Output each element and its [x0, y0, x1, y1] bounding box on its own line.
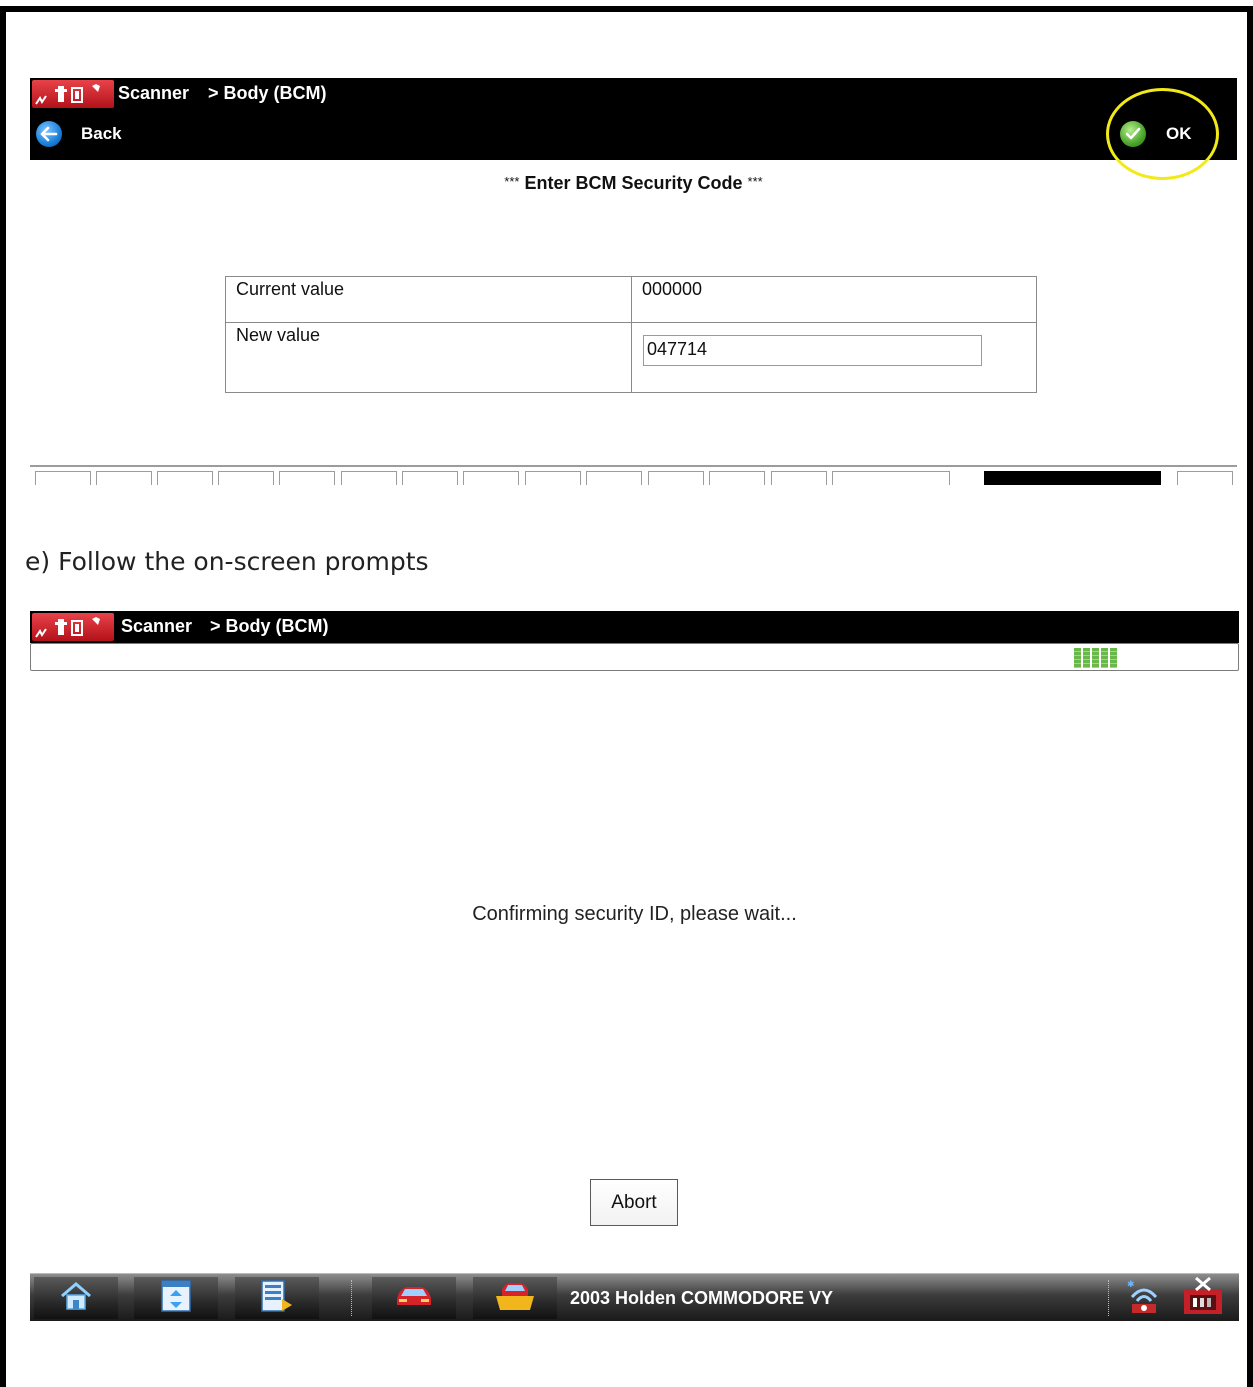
data-list-button[interactable]: [134, 1277, 218, 1319]
status-message: Confirming security ID, please wait...: [472, 903, 797, 925]
function-key[interactable]: [35, 471, 91, 485]
function-key[interactable]: [832, 471, 950, 485]
function-key[interactable]: [648, 471, 704, 485]
breadcrumb-section: > Body (BCM): [208, 83, 327, 103]
function-key[interactable]: [96, 471, 152, 485]
function-key[interactable]: [279, 471, 335, 485]
screenshot-confirming: Scanner > Body (BCM) Confirming security…: [30, 611, 1239, 1321]
function-key[interactable]: [341, 471, 397, 485]
back-button[interactable]: Back: [36, 120, 122, 148]
step-caption: e) Follow the on-screen prompts: [25, 547, 429, 576]
data-list-icon: [158, 1279, 194, 1317]
new-value-input[interactable]: 047714: [643, 335, 982, 366]
vehicle-yellow-icon: [494, 1280, 536, 1316]
prompt-title-text: Enter BCM Security Code: [524, 173, 743, 193]
scanner-logo-icon: [32, 613, 114, 641]
abort-button[interactable]: Abort: [590, 1179, 678, 1226]
exit-icon: [1182, 1276, 1224, 1320]
current-value-label: Current value: [225, 276, 632, 323]
tools-icon: [258, 1279, 296, 1317]
vehicle-button[interactable]: [372, 1277, 456, 1319]
title-bar: Scanner > Body (BCM) Back OK: [30, 78, 1237, 160]
breadcrumb-section: > Body (BCM): [210, 616, 329, 636]
vehicle-history-button[interactable]: [473, 1277, 557, 1319]
activity-bar: [30, 643, 1239, 671]
table-row: New value 047714: [225, 322, 1037, 393]
ok-label: OK: [1166, 124, 1192, 143]
taskbar-separator: [1108, 1280, 1109, 1316]
function-key[interactable]: [157, 471, 213, 485]
scanner-logo-icon: [32, 80, 114, 108]
new-value-label: New value: [225, 322, 632, 393]
function-key[interactable]: [402, 471, 458, 485]
tools-button[interactable]: [235, 1277, 319, 1319]
breadcrumb-app: Scanner: [121, 616, 193, 636]
prompt-stars-right: ***: [747, 174, 763, 189]
function-key[interactable]: [1177, 471, 1233, 485]
vehicle-red-icon: [393, 1281, 435, 1315]
function-key[interactable]: [709, 471, 765, 485]
function-key[interactable]: [463, 471, 519, 485]
title-bar: Scanner > Body (BCM): [30, 611, 1239, 643]
current-value: 000000: [631, 276, 1037, 323]
activity-indicator: [1074, 648, 1117, 668]
wireless-icon: ✱: [1124, 1277, 1164, 1319]
back-label: Back: [81, 124, 122, 143]
function-key[interactable]: [771, 471, 827, 485]
function-key[interactable]: [525, 471, 581, 485]
svg-text:✱: ✱: [1127, 1280, 1135, 1290]
new-value-cell: 047714: [631, 322, 1037, 393]
breadcrumb-app: Scanner: [118, 83, 190, 103]
ok-button[interactable]: OK: [1120, 120, 1192, 148]
wireless-button[interactable]: ✱: [1121, 1277, 1167, 1319]
prompt-title: *** Enter BCM Security Code ***: [30, 173, 1237, 194]
home-button[interactable]: [34, 1277, 118, 1319]
screenshot-security-code: Scanner > Body (BCM) Back OK *** Enter B…: [30, 78, 1237, 485]
table-row: Current value 000000: [225, 276, 1037, 323]
ok-check-icon: [1120, 121, 1146, 147]
home-icon: [58, 1280, 94, 1316]
taskbar: 2003 Holden COMMODORE VY ✱: [30, 1273, 1239, 1321]
prompt-stars-left: ***: [504, 174, 520, 189]
vehicle-label: 2003 Holden COMMODORE VY: [570, 1288, 834, 1308]
function-key[interactable]: [218, 471, 274, 485]
security-code-table: Current value 000000 New value 047714: [225, 276, 1037, 393]
exit-button[interactable]: [1180, 1276, 1226, 1320]
back-arrow-icon: [36, 121, 62, 147]
function-key-dark[interactable]: [984, 471, 1161, 485]
function-key[interactable]: [586, 471, 642, 485]
taskbar-separator: [351, 1280, 352, 1316]
function-key-strip: [30, 465, 1237, 485]
